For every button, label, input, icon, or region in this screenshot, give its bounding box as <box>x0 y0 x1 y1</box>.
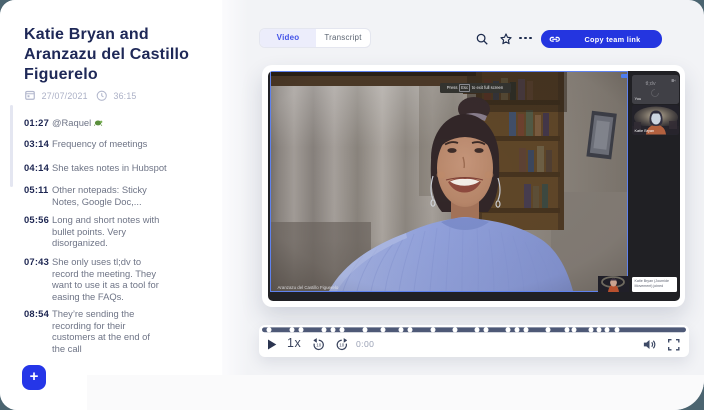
svg-text:10: 10 <box>339 343 345 348</box>
svg-text:10: 10 <box>316 343 322 348</box>
